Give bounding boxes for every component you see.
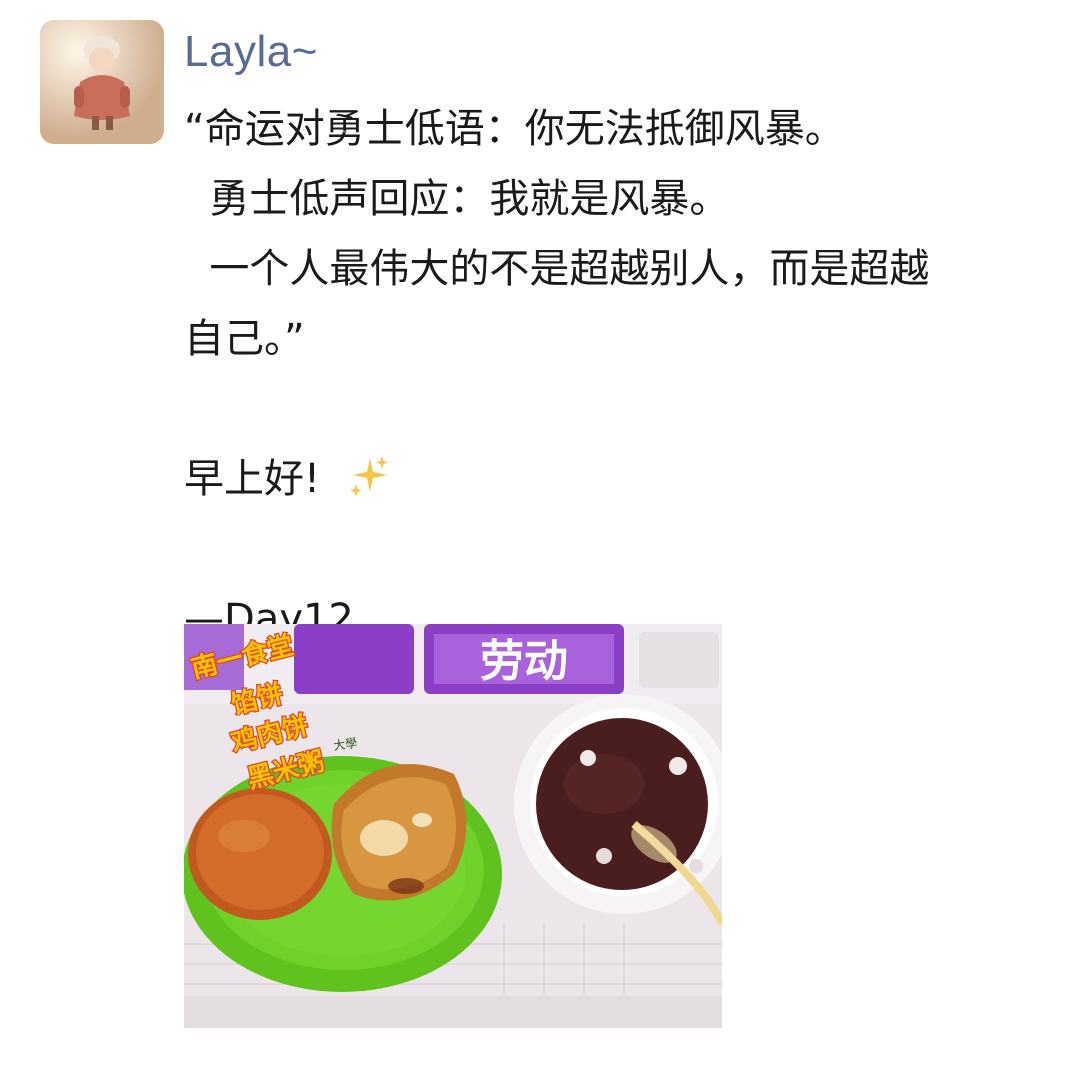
post-text-line: 一个人最伟大的不是超越别人，而是超越 <box>184 246 930 292</box>
greeting-text: 早上好! <box>184 456 321 502</box>
avatar-illustration <box>40 20 164 144</box>
avatar[interactable] <box>40 20 164 144</box>
post-text-line: 自己。” <box>184 316 305 362</box>
breakfast-photo: 劳动 南一食堂 馅饼 鸡肉饼 黑米粥 大學 <box>184 624 722 1028</box>
sparkles-icon <box>350 456 389 497</box>
greeting-line: 早上好! <box>184 444 1046 514</box>
post-text-line: “命运对勇士低语：你无法抵御风暴。 <box>184 106 845 152</box>
banner-text: 劳动 <box>480 636 568 687</box>
post-text: “命运对勇士低语：你无法抵御风暴。 勇士低声回应：我就是风暴。 一个人最伟大的不… <box>184 94 1046 654</box>
post-photo[interactable]: 劳动 南一食堂 馅饼 鸡肉饼 黑米粥 大學 <box>184 624 722 1028</box>
post-text-line: 勇士低声回应：我就是风暴。 <box>184 176 730 222</box>
moments-post: Layla~ “命运对勇士低语：你无法抵御风暴。 勇士低声回应：我就是风暴。 一… <box>0 0 1080 1074</box>
username-link[interactable]: Layla~ <box>184 24 318 80</box>
